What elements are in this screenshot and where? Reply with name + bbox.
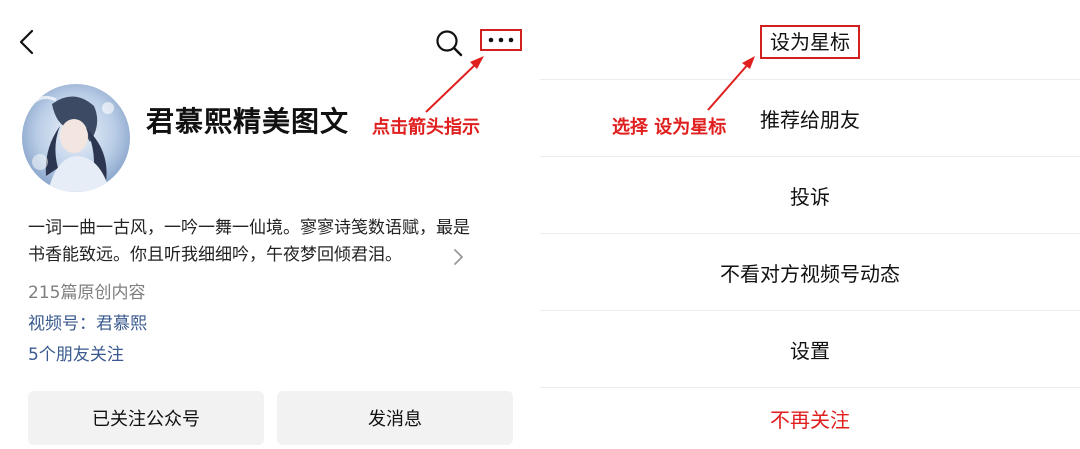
account-name: 君慕熙精美图文: [146, 105, 350, 138]
menu-item-star[interactable]: 设为星标: [540, 4, 1080, 80]
action-menu: 设为星标 推荐给朋友 投诉 不看对方视频号动态 设置 不再关注 选择 设为星标: [540, 0, 1080, 449]
account-bio[interactable]: 一词一曲一古风，一吟一舞一仙境。寥寥诗笺数语赋，最是 书香能致远。你且听我细细吟…: [28, 215, 518, 269]
menu-item-hide-channels[interactable]: 不看对方视频号动态: [540, 234, 1080, 310]
channels-label: 视频号：: [28, 314, 96, 334]
followed-account-button[interactable]: 已关注公众号: [28, 391, 264, 445]
chevron-right-icon[interactable]: [452, 248, 464, 270]
annotation-click-arrow: 点击箭头指示: [372, 117, 480, 138]
friends-following[interactable]: 5个朋友关注: [28, 340, 124, 365]
bio-line: 书香能致远。你且听我细细吟，午夜梦回倾君泪。: [28, 245, 402, 265]
channels-name: 君慕熙: [96, 314, 147, 334]
menu-item-complain[interactable]: 投诉: [540, 157, 1080, 233]
annotation-arrow-left: [425, 56, 484, 113]
menu-item-unfollow[interactable]: 不再关注: [540, 388, 1080, 449]
annotation-select-star: 选择 设为星标: [612, 117, 727, 138]
more-dots-icon: [488, 37, 514, 43]
bio-line: 一词一曲一古风，一吟一舞一仙境。寥寥诗笺数语赋，最是: [28, 218, 470, 238]
menu-item-label: 设为星标: [760, 25, 860, 59]
send-message-button[interactable]: 发消息: [277, 391, 513, 445]
annotation-arrow-right: [707, 56, 755, 111]
channels-link[interactable]: 视频号：君慕熙: [28, 309, 147, 334]
avatar[interactable]: [22, 84, 130, 192]
menu-item-settings[interactable]: 设置: [540, 311, 1080, 387]
article-count[interactable]: 215篇原创内容: [28, 278, 145, 303]
back-icon[interactable]: [16, 28, 40, 56]
account-profile-panel: 君慕熙精美图文 点击箭头指示 一词一曲一古风，一吟一舞一仙境。寥寥诗笺数语赋，最…: [0, 0, 540, 449]
more-button[interactable]: [480, 29, 522, 51]
